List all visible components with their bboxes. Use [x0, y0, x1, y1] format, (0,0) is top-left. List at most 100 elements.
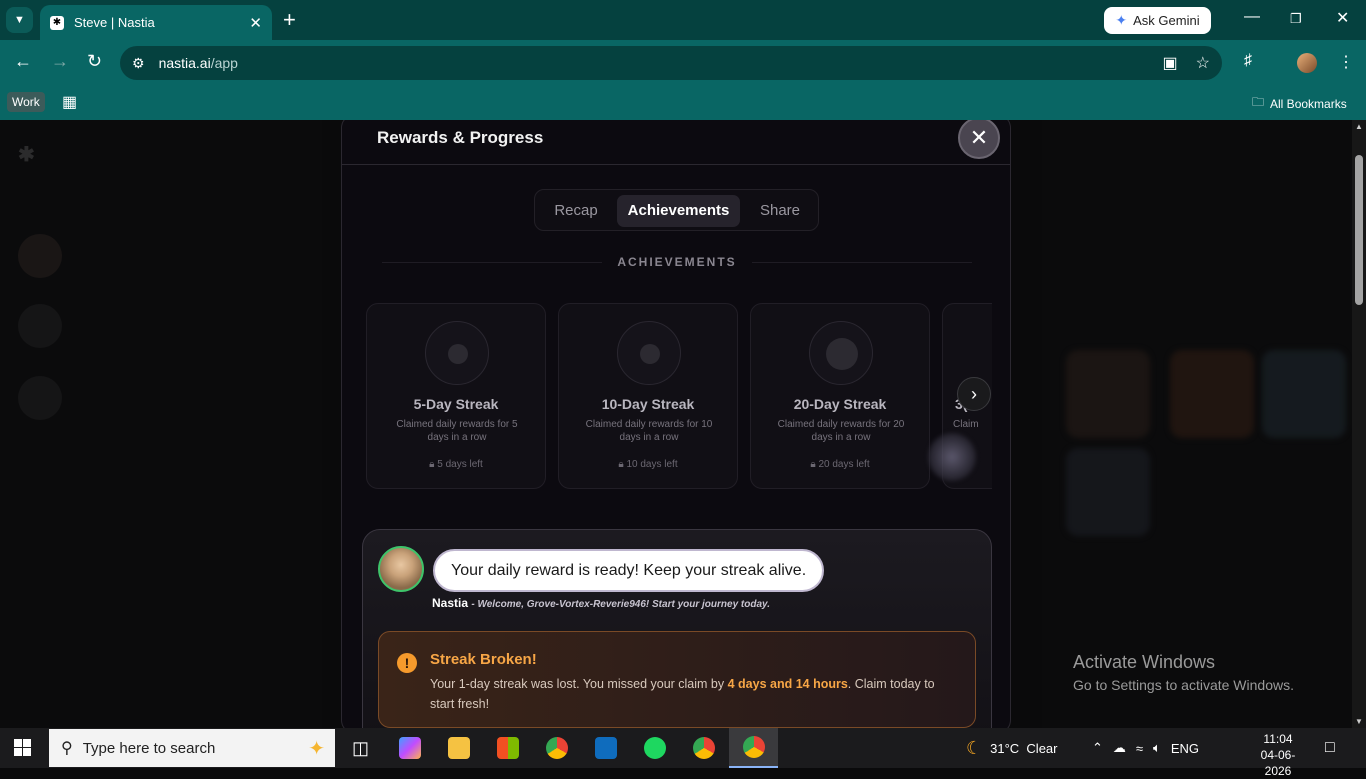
copilot-icon[interactable] [385, 728, 434, 768]
scroll-down-icon[interactable]: ▼ [1355, 717, 1363, 726]
weather-widget[interactable]: ☾ 31°C Clear [966, 728, 1057, 768]
activate-title: Activate Windows [1073, 652, 1216, 672]
reload-icon[interactable]: ↻ [87, 51, 102, 72]
folder-icon: 🗀 [1252, 95, 1265, 109]
close-icon: ✕ [969, 125, 989, 150]
windows-activation-watermark: Activate Windows Go to Settings to activ… [1073, 652, 1294, 693]
extensions-icon[interactable]: ♯ [1244, 52, 1252, 70]
list-item [18, 226, 308, 286]
tab-achievements[interactable]: Achievements [617, 195, 740, 227]
modal-tabs: Recap Achievements Share [534, 189, 819, 231]
achievement-badge-icon [617, 321, 681, 385]
avatar [18, 376, 62, 420]
avatar [18, 234, 62, 278]
install-app-icon[interactable]: ▣ [1163, 53, 1178, 73]
photo-thumbnail [1066, 350, 1150, 438]
weather-text: 31°C Clear [990, 740, 1058, 756]
achievement-card[interactable]: 5-Day Streak Claimed daily rewards for 5… [366, 303, 546, 489]
new-tab-button[interactable]: + [283, 8, 296, 32]
wifi-icon[interactable]: ≈ [1136, 741, 1143, 756]
achievement-remaining: 🔒︎ 5 days left [429, 459, 483, 470]
browser-toolbar: ← → ↻ ⚙ nastia.ai/app ▣ ☆ [0, 40, 1366, 86]
achievements-carousel: 5-Day Streak Claimed daily rewards for 5… [366, 303, 992, 493]
scroll-up-icon[interactable]: ▲ [1355, 122, 1363, 131]
work-profile-chip[interactable]: Work [7, 92, 45, 112]
url-text: nastia.ai/app [158, 55, 238, 71]
search-icon: ⚲ [61, 740, 73, 757]
nastia-avatar [378, 546, 424, 592]
chrome-icon[interactable] [532, 728, 581, 768]
clock-date: 04-06-2026 [1260, 748, 1296, 778]
page-content: ✱ Activate Windows Go to Settings to act… [0, 120, 1352, 728]
chat-sender: Nastia - Welcome, Grove-Vortex-Reverie94… [432, 596, 770, 610]
site-info-icon[interactable]: ⚙ [132, 55, 145, 72]
tab-share[interactable]: Share [745, 195, 815, 227]
spotify-icon[interactable] [630, 728, 679, 768]
site-favicon-icon: ✱ [50, 15, 64, 30]
chat-bubble: Your daily reward is ready! Keep your st… [433, 549, 825, 592]
ask-gemini-label: Ask Gemini [1133, 13, 1200, 28]
close-window-icon[interactable]: ✕ [1336, 8, 1349, 28]
clock[interactable]: 11:04 04-06-2026 [1254, 731, 1302, 779]
restore-icon[interactable]: ❐ [1290, 11, 1302, 27]
alert-title: Streak Broken! [430, 651, 537, 668]
rewards-modal: Rewards & Progress ✕ Recap Achievements … [341, 120, 1011, 728]
photo-thumbnail [1170, 350, 1254, 438]
minimize-icon[interactable]: — [1244, 8, 1260, 26]
activate-subtitle: Go to Settings to activate Windows. [1073, 677, 1294, 693]
sparkle-icon: ✦ [308, 737, 325, 760]
scrollbar-thumb[interactable] [1355, 155, 1363, 305]
profile-avatar[interactable] [1297, 53, 1317, 73]
language-indicator[interactable]: ENG [1171, 741, 1199, 756]
modal-title: Rewards & Progress [377, 128, 544, 147]
close-tab-icon[interactable]: ✕ [249, 14, 262, 32]
bookmark-star-icon[interactable]: ☆ [1196, 53, 1210, 73]
achievement-desc: Claimed daily rewards for 20 days in a r… [777, 419, 905, 443]
store-icon[interactable] [483, 728, 532, 768]
outlook-icon[interactable] [581, 728, 630, 768]
notifications-icon[interactable]: □ [1325, 728, 1335, 768]
apps-grid-icon[interactable]: ▦ [62, 92, 77, 112]
all-bookmarks-label: All Bookmarks [1270, 96, 1347, 111]
weather-icon: ☾ [966, 737, 983, 758]
achievement-desc: Claimed daily rewards for 5 days in a ro… [396, 419, 518, 443]
reward-chat-box: Your daily reward is ready! Keep your st… [362, 529, 992, 728]
taskbar-search-box[interactable]: ⚲ Type here to search ✦ [49, 729, 335, 767]
network-icon[interactable]: ☁ [1113, 740, 1126, 756]
achievement-card[interactable]: 10-Day Streak Claimed daily rewards for … [558, 303, 738, 489]
chrome-profile-icon[interactable] [679, 728, 728, 768]
all-bookmarks-button[interactable]: 🗀 All Bookmarks [1252, 93, 1347, 114]
windows-taskbar: ⚲ Type here to search ✦ ◫ ☾ 31°C Clear ⌃… [0, 728, 1366, 778]
chrome-active-icon[interactable] [729, 728, 778, 768]
menu-kebab-icon[interactable]: ⋮ [1338, 52, 1354, 72]
achievement-remaining: 🔒︎ 10 days left [618, 459, 678, 470]
achievement-badge-icon [809, 321, 873, 385]
achievement-desc: Claim [953, 419, 979, 430]
chat-subtitle: - Welcome, Grove-Vortex-Reverie946! Star… [471, 599, 770, 610]
ask-gemini-button[interactable]: ✦ Ask Gemini [1104, 7, 1211, 34]
page-scrollbar[interactable]: ▲ ▼ [1352, 120, 1366, 728]
forward-icon[interactable]: → [51, 51, 69, 72]
photo-thumbnail [1066, 448, 1150, 536]
chevron-down-icon: ▼ [14, 14, 25, 26]
address-bar[interactable]: ⚙ nastia.ai/app ▣ ☆ [120, 46, 1222, 80]
bookmarks-bar: Work ▦ 🗀 All Bookmarks [0, 86, 1366, 120]
browser-tab[interactable]: ✱ Steve | Nastia ✕ [40, 5, 272, 40]
alert-body: Your 1-day streak was lost. You missed y… [430, 677, 935, 711]
chevron-up-icon[interactable]: ⌃ [1092, 740, 1103, 756]
task-view-icon[interactable]: ◫ [336, 728, 385, 768]
back-icon[interactable]: ← [14, 51, 32, 72]
tab-search-button[interactable]: ▼ [6, 7, 33, 33]
tab-title: Steve | Nastia [74, 15, 155, 30]
volume-icon[interactable]: 🔈︎ [1153, 740, 1161, 756]
achievement-card[interactable]: 20-Day Streak Claimed daily rewards for … [750, 303, 930, 489]
achievement-badge-icon [425, 321, 489, 385]
chat-sidebar: ✱ [0, 120, 322, 728]
carousel-next-button[interactable]: › [957, 377, 991, 411]
achievement-remaining: 🔒︎ 20 days left [810, 459, 870, 470]
clock-time: 11:04 [1263, 732, 1293, 746]
chevron-right-icon: › [971, 383, 977, 404]
file-explorer-icon[interactable] [434, 728, 483, 768]
gemini-icon: ✦ [1115, 12, 1128, 28]
tab-recap[interactable]: Recap [541, 195, 611, 227]
